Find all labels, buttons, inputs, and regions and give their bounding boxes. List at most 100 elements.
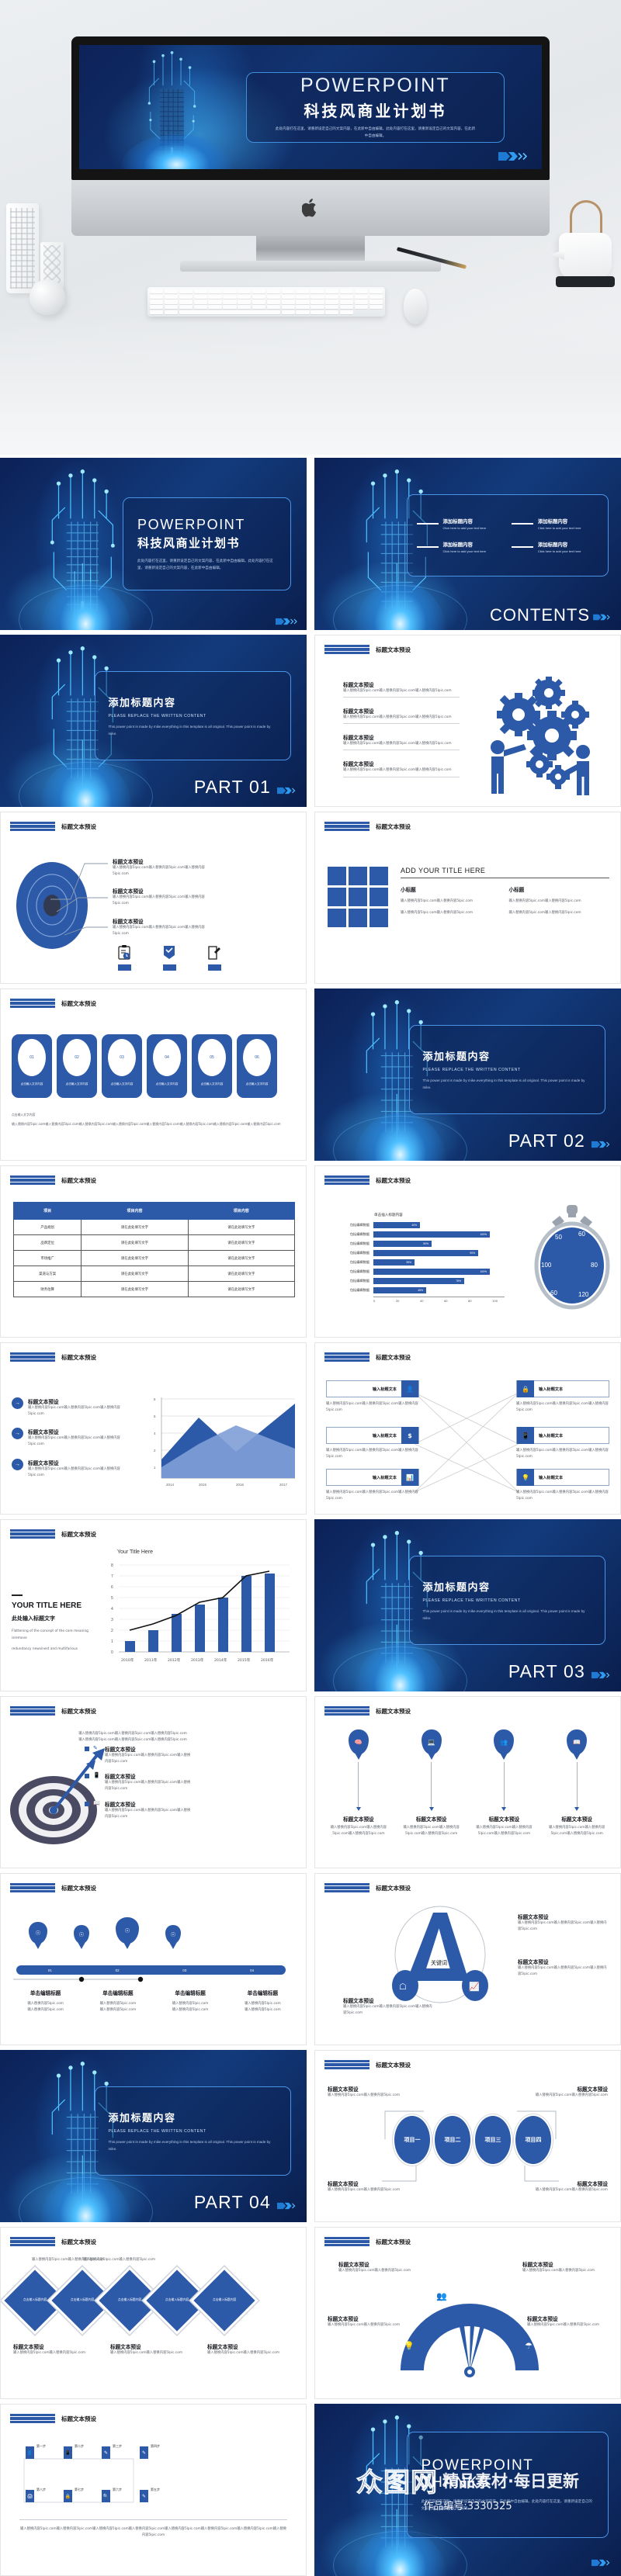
- slide-area-chart[interactable]: 标题文本预设 → 标题文本预设 输入替换内容5lpic.com输入替换内容5lp…: [0, 1342, 307, 1515]
- slide-pins[interactable]: 标题文本预设 🧠 标题文本预设 输入替换内容5lpic.com输入替换内容5lp…: [314, 1696, 621, 1868]
- gauge-caption-bottom-left[interactable]: 标题文本预设 输入替换内容5lpic.com输入替换内容5lpic.com: [328, 2315, 413, 2328]
- step-item[interactable]: 🔍 第六步: [102, 2488, 122, 2502]
- ellipse-item[interactable]: 项目三: [475, 2116, 511, 2164]
- cross-box-right-1[interactable]: 🔒 输入标题文本 输入替换内容5lpic.com输入替换内容5lpic.com输…: [516, 1380, 609, 1414]
- list-item[interactable]: → 标题文本预设 输入替换内容5lpic.com输入替换内容5lpic.com输…: [12, 1458, 128, 1479]
- cross-box-left-1[interactable]: 输入标题文本 👤 输入替换内容5lpic.com输入替换内容5lpic.com输…: [326, 1380, 419, 1414]
- caption-item[interactable]: 标题文本预设 输入替换内容5lpic.com输入替换内容5lpic.com: [13, 2342, 99, 2356]
- pin-icon[interactable]: ☉: [116, 1917, 139, 1944]
- pill-item[interactable]: 01 点击输入文字内容: [12, 1034, 52, 1098]
- grid-cell[interactable]: [369, 888, 388, 906]
- step-item[interactable]: 🖨 第八步: [26, 2488, 46, 2502]
- slide-gears[interactable]: 标题文本预设 标题文本预设 输入替换内容5lpic.com输入替换内容5lpic…: [314, 635, 621, 807]
- pill-item[interactable]: 04 点击输入文字内容: [147, 1034, 187, 1098]
- pin-item[interactable]: 💻 标题文本预设 输入替换内容5lpic.com输入替换内容5lpic.com输…: [397, 1729, 466, 1837]
- triangle-item-bottom[interactable]: 标题文本预设 输入替换内容5lpic.com输入替换内容5lpic.com输入替…: [343, 1996, 435, 2017]
- clipboard-icon-group[interactable]: [117, 945, 131, 971]
- list-item[interactable]: 📱 标题文本预设 输入替换内容5lpic.com输入替换内容5lpic.com输…: [85, 1772, 193, 1792]
- ellipse-item[interactable]: 项目四: [515, 2116, 551, 2164]
- slide-cover[interactable]: POWERPOINT 科技风商业计划书 此处内容打在这里，请重新设定自己的文案内…: [0, 458, 307, 630]
- slide-steps8[interactable]: 标题文本预设 👤 第一步 📱 第二步 ✎ 第三步 ✎ 第四步 🖨 第八步 🔒 第…: [0, 2404, 307, 2576]
- cross-box-left-2[interactable]: 输入标题文本 $ 输入替换内容5lpic.com输入替换内容5lpic.com输…: [326, 1427, 419, 1460]
- contents-item-1[interactable]: 添加标题内容 Click here to add your text here: [416, 518, 504, 530]
- ribbon-icon-group[interactable]: [162, 945, 176, 971]
- caption-item[interactable]: 标题文本预设 输入替换内容5lpic.com输入替换内容5lpic.com: [207, 2342, 293, 2356]
- step-item[interactable]: ✎ 第五步: [140, 2488, 160, 2502]
- slide-target[interactable]: 标题文本预设 输入替换内容5lpic.com输入替换内容5lpic.com输入替…: [0, 1696, 307, 1868]
- ellipse-item[interactable]: 项目一: [394, 2116, 430, 2164]
- list-item[interactable]: ✎ 标题文本预设 输入替换内容5lpic.com输入替换内容5lpic.com输…: [85, 1745, 193, 1765]
- timeline-item[interactable]: 单击编辑标题 输入替换内容5lpic.com 输入替换内容5lpic.com: [84, 1989, 151, 2013]
- pin-item[interactable]: 🧠 标题文本预设 输入替换内容5lpic.com输入替换内容5lpic.com输…: [324, 1729, 393, 1837]
- slide-thanks[interactable]: POWERPOINT THANKS 此处内容打在这里，请重新设定自己的文案内容，…: [314, 2404, 621, 2576]
- table-row[interactable]: 渠道与方案 请在此处填写文字 请在此处填写文字: [12, 1265, 296, 1282]
- timeline-item[interactable]: 单击编辑标题 输入替换内容5lpic.com 输入替换内容5lpic.com: [12, 1989, 79, 2013]
- list-item[interactable]: 标题文本预设 输入替换内容5lpic.com输入替换内容5lpic.com输入替…: [343, 707, 460, 725]
- pin-icon[interactable]: ☉: [165, 1925, 181, 1944]
- cross-box-left-3[interactable]: 输入标题文本 📊 输入替换内容5lpic.com输入替换内容5lpic.com输…: [326, 1469, 419, 1502]
- table-row[interactable]: 品牌定位 请在此处填写文字 请在此处填写文字: [12, 1234, 296, 1251]
- list-item[interactable]: 标题文本预设 输入替换内容5lpic.com输入替换内容5lpic.com输入替…: [343, 733, 460, 751]
- pill-item[interactable]: 03 点击输入文字内容: [102, 1034, 142, 1098]
- caption-item[interactable]: 标题文本预设 输入替换内容5lpic.com输入替换内容5lpic.com: [110, 2342, 196, 2356]
- triangle-item-right-top[interactable]: 标题文本预设 输入替换内容5lpic.com输入替换内容5lpic.com输入替…: [518, 1913, 609, 1933]
- slide-timeline[interactable]: 标题文本预设 ☉ ☉ ☉ ☉ 01 02 03 04 单击编辑标题 输入替换内容…: [0, 1873, 307, 2045]
- edit-icon-group[interactable]: [207, 945, 221, 971]
- slide-contents[interactable]: 添加标题内容 Click here to add your text here …: [314, 458, 621, 630]
- slide-part-02[interactable]: 添加标题内容 PLEASE REPLACE THE WRITTEN CONTEN…: [314, 989, 621, 1161]
- slide-combo-chart[interactable]: 标题文本预设 YOUR TITLE HERE 此处输入标题文字 Flatteni…: [0, 1519, 307, 1691]
- table-row[interactable]: 市场推广 请在此处填写文字 请在此处填写文字: [12, 1250, 296, 1266]
- slide-part-01[interactable]: 添加标题内容 PLEASE REPLACE THE WRITTEN CONTEN…: [0, 635, 307, 807]
- contents-item-4[interactable]: 添加标题内容 Click here to add your text here: [511, 541, 598, 553]
- ellipse-caption-bottom-right[interactable]: 标题文本预设 输入替换内容5lpic.com输入替换内容5lpic.com: [508, 2180, 608, 2193]
- contents-item-3[interactable]: 添加标题内容 Click here to add your text here: [416, 541, 504, 553]
- list-item[interactable]: → 标题文本预设 输入替换内容5lpic.com输入替换内容5lpic.com输…: [12, 1428, 128, 1448]
- slide-part-04[interactable]: 添加标题内容 PLEASE REPLACE THE WRITTEN CONTEN…: [0, 2050, 307, 2222]
- pin-item[interactable]: 👥 标题文本预设 输入替换内容5lpic.com输入替换内容5lpic.com输…: [470, 1729, 539, 1837]
- list-item[interactable]: 标题文本预设 输入替换内容5lpic.com输入替换内容5lpic.com输入替…: [113, 887, 213, 907]
- slide-gauge[interactable]: 标题文本预设 标题文本预设 输入替换内容5lpic.com输入替换内容5lpic…: [314, 2227, 621, 2399]
- slide-bars-stopwatch[interactable]: 标题文本预设 单击插入标题内容 包括编辑数据 40% 包括编辑数据 100% 包括编…: [314, 1165, 621, 1338]
- slide-table[interactable]: 标题文本预设 项目 项目内容 项目内容 产品规划 请在此处填写文字 请在此处填写文字…: [0, 1165, 307, 1338]
- list-item[interactable]: 📖 标题文本预设 输入替换内容5lpic.com输入替换内容5lpic.com输…: [85, 1800, 193, 1820]
- pin-icon[interactable]: ☉: [74, 1925, 89, 1944]
- grid-cell[interactable]: [349, 867, 367, 885]
- list-item[interactable]: 标题文本预设 输入替换内容5lpic.com输入替换内容5lpic.com输入替…: [343, 680, 460, 698]
- grid-cell[interactable]: [369, 867, 388, 885]
- grid-cell[interactable]: [328, 909, 346, 927]
- slide-part-03[interactable]: 添加标题内容 PLEASE REPLACE THE WRITTEN CONTEN…: [314, 1519, 621, 1691]
- slide-diamonds[interactable]: 标题文本预设 输入替换内容5lpic.com输入替换内容5lpic.com 输入…: [0, 2227, 307, 2399]
- list-item[interactable]: 标题文本预设 输入替换内容5lpic.com输入替换内容5lpic.com输入替…: [343, 760, 460, 777]
- list-item[interactable]: 标题文本预设 输入替换内容5lpic.com输入替换内容5lpic.com输入替…: [113, 857, 213, 878]
- slide-ellipses[interactable]: 标题文本预设 标题文本预设 输入替换内容5lpic.com输入替换内容5lpic…: [314, 2050, 621, 2222]
- slide-donut[interactable]: 标题文本预设 标题文本预设 输入替换内容5lpic.com输入替换内容5lpic…: [0, 812, 307, 984]
- step-item[interactable]: 🔒 第七步: [64, 2488, 84, 2502]
- list-item[interactable]: 标题文本预设 输入替换内容5lpic.com输入替换内容5lpic.com输入替…: [113, 917, 213, 937]
- step-item[interactable]: ✎ 第三步: [102, 2444, 122, 2459]
- slide-cross-boxes[interactable]: 标题文本预设 输入标题文本 👤 输入替换内容5lpic.com输入替换内容5lp…: [314, 1342, 621, 1515]
- pill-item[interactable]: 05 点击输入文字内容: [192, 1034, 232, 1098]
- ellipse-caption-top-right[interactable]: 标题文本预设 输入替换内容5lpic.com输入替换内容5lpic.com: [508, 2085, 608, 2099]
- ellipse-item[interactable]: 项目二: [435, 2116, 470, 2164]
- pill-item[interactable]: 02 点击输入文字内容: [57, 1034, 97, 1098]
- pill-item[interactable]: 06 点击输入文字内容: [237, 1034, 277, 1098]
- ellipse-caption-top-left[interactable]: 标题文本预设 输入替换内容5lpic.com输入替换内容5lpic.com: [328, 2085, 427, 2099]
- triangle-item-right-bottom[interactable]: 标题文本预设 输入替换内容5lpic.com输入替换内容5lpic.com输入替…: [518, 1958, 609, 1978]
- grid-cell[interactable]: [349, 888, 367, 906]
- table-row[interactable]: 财务估算 请在此处填写文字 请在此处填写文字: [12, 1281, 296, 1297]
- grid-cell[interactable]: [328, 867, 346, 885]
- slide-triangle[interactable]: 标题文本预设 关键词 ☖ 📈 标题文本预设 输入替换内容5lpic.com输入替…: [314, 1873, 621, 2045]
- ellipse-caption-bottom-left[interactable]: 标题文本预设 输入替换内容5lpic.com输入替换内容5lpic.com: [328, 2180, 427, 2193]
- grid-cell[interactable]: [369, 909, 388, 927]
- grid-cell[interactable]: [328, 888, 346, 906]
- grid-cell[interactable]: [349, 909, 367, 927]
- contents-item-2[interactable]: 添加标题内容 Click here to add your text here: [511, 518, 598, 530]
- table-row[interactable]: 产品规划 请在此处填写文字 请在此处填写文字: [12, 1219, 296, 1235]
- gauge-caption-bottom-right[interactable]: 标题文本预设 输入替换内容5lpic.com输入替换内容5lpic.com: [527, 2315, 612, 2328]
- cross-box-right-3[interactable]: 💡 输入标题文本 输入替换内容5lpic.com输入替换内容5lpic.com输…: [516, 1469, 609, 1502]
- step-item[interactable]: ✎ 第四步: [140, 2444, 160, 2459]
- timeline-item[interactable]: 单击编辑标题 输入替换内容5lpic.com 输入替换内容5lpic.com: [157, 1989, 224, 2013]
- diamond-caption-top-2[interactable]: 输入替换内容5lpic.com输入替换内容5lpic.com: [83, 2257, 161, 2263]
- pin-item[interactable]: 📖 标题文本预设 输入替换内容5lpic.com输入替换内容5lpic.com输…: [543, 1729, 611, 1837]
- step-item[interactable]: 👤 第一步: [26, 2444, 46, 2459]
